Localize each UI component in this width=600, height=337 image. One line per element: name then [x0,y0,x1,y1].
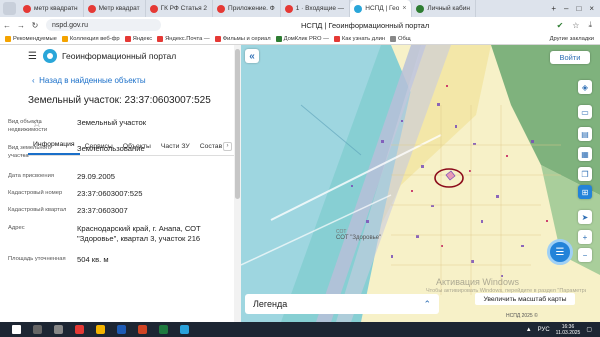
panel-scrollbar[interactable] [234,45,241,322]
tab-favicon-icon [284,4,293,13]
map-view[interactable]: « Войти ◈ ▭ ▤ ▦ ❐ ⊞ ➤ + − ☰ СОТ СОТ "Здо… [241,45,600,322]
bookmark-item[interactable]: Как узнать длин [333,35,385,42]
yandex-browser-icon[interactable] [75,325,84,334]
tabs-menu-icon[interactable] [3,2,16,15]
back-arrow-icon[interactable]: ← [0,21,14,30]
collapse-panel-button[interactable]: « [245,49,259,63]
search-icon[interactable] [33,325,42,334]
portal-logo-icon [42,49,57,63]
browser-tab-strip: метр квадратн Метр квадрат ГК РФ Статья … [0,0,600,17]
bookmarks-bar: Рекомендуемые Коллекция веб-фр Яндекс Ян… [0,33,600,45]
close-window-icon[interactable]: × [589,4,594,13]
back-to-results-link[interactable]: ‹ Назад в найденные объекты [32,76,234,85]
bookmark-item[interactable]: Яндекс.Почта — [157,35,210,42]
download-icon[interactable]: ⤓ [588,20,592,30]
powerpoint-icon[interactable] [138,325,147,334]
browser-tab[interactable]: ГК РФ Статья 2 [146,0,214,17]
mail-icon [157,35,164,42]
close-tab-icon[interactable]: × [402,5,406,12]
scrollbar-thumb[interactable] [235,49,240,199]
excel-icon[interactable] [159,325,168,334]
domclick-icon [275,35,282,42]
forward-arrow-icon[interactable]: → [14,21,28,30]
zoom-in-icon[interactable]: + [578,230,592,244]
yandex-icon [124,35,131,42]
task-view-icon[interactable] [54,325,63,334]
notifications-icon[interactable]: ▢ [586,326,592,333]
browser-tab[interactable]: Метр квадрат [84,0,146,17]
tab-favicon-icon [217,4,226,13]
bookmark-map-icon[interactable]: ❐ [578,167,592,181]
other-bookmarks[interactable]: Другие закладки [550,36,600,42]
hamburger-menu-icon[interactable]: ☰ [28,51,37,62]
help-icon [333,35,340,42]
bookmark-item[interactable]: ДомКлик PRO — [275,35,329,42]
windows-taskbar: ▲ РУС 16:36 11.03.2025 ▢ [0,322,600,337]
measure-icon[interactable]: ▦ [578,147,592,161]
system-tray: ▲ РУС 16:36 11.03.2025 ▢ [526,324,600,336]
window-controls: + – □ × [551,0,600,17]
locate-icon[interactable]: ➤ [578,210,592,224]
print-icon[interactable]: ▤ [578,127,592,141]
zoom-map-button[interactable]: Увеличить масштаб карты [475,293,575,305]
object-title: Земельный участок: 23:37:0603007:525 [28,95,211,106]
bookmark-item[interactable]: Коллекция веб-фр [61,35,120,42]
bookmark-item[interactable]: Рекомендуемые [5,35,57,42]
tab-favicon-icon [354,4,363,13]
page-title: НСПД | Геоинформационный портал [301,20,430,30]
login-button[interactable]: Войти [550,51,590,64]
tab-favicon-icon [416,4,425,13]
maximize-icon[interactable]: □ [576,4,581,13]
bookmark-item[interactable]: Фильмы и сериал [214,35,271,42]
tab-favicon-icon [149,4,158,13]
telegram-taskbar-icon[interactable] [180,325,189,334]
protect-shield-icon[interactable]: ✔ [557,21,564,30]
clock[interactable]: 16:36 11.03.2025 [556,324,581,336]
map-canvas[interactable] [241,45,600,322]
map-copyright: НСПД 2025 © [506,313,538,319]
file-explorer-icon[interactable] [96,325,105,334]
network-icon[interactable]: ▲ [526,327,532,333]
bookmark-icon[interactable]: ☆ [572,21,579,30]
legend-panel[interactable]: Легенда ⌃ [245,294,439,314]
windows-start-icon[interactable] [12,325,21,334]
film-icon [214,35,221,42]
reload-icon[interactable]: ↻ [28,21,42,30]
layers-icon[interactable]: ◈ [578,80,592,94]
language-indicator[interactable]: РУС [538,327,550,333]
tabs-next-icon[interactable]: › [223,142,232,151]
zoom-out-icon[interactable]: − [578,248,592,262]
portal-header: ☰ Геоинформационный портал [20,45,234,67]
new-tab-icon[interactable]: + [551,4,556,13]
address-bar: ← → ↻ nspd.gov.ru НСПД | Геоинформационн… [0,17,600,33]
ruler-icon[interactable]: ⊞ [578,185,592,199]
url-field[interactable]: nspd.gov.ru [46,19,161,31]
browser-tab[interactable]: Приложение. Ф [213,0,281,17]
bookmark-item[interactable]: Яндекс [124,35,152,42]
map-place-label: СОТ "Здоровье" [336,235,382,241]
legend-label: Легенда [253,299,288,309]
tab-favicon-icon [23,4,31,13]
basemap-icon[interactable]: ▭ [578,105,592,119]
minimize-icon[interactable]: – [564,4,568,13]
chevron-up-icon[interactable]: ⌃ [423,299,431,310]
browser-tab[interactable]: 1 · Входящие — [281,0,351,17]
address-bar-actions: ✔ ☆ ⤓ [557,20,600,30]
browser-tab[interactable]: Личный кабин [412,0,476,17]
folder-icon [61,35,68,42]
info-panel-content: ☰ Геоинформационный портал ‹ Назад в най… [20,45,234,322]
globe-icon [390,35,397,42]
word-icon[interactable] [117,325,126,334]
folder-icon [5,35,11,42]
tab-favicon-icon [87,4,96,13]
browser-tab-active[interactable]: НСПД | Гео × [350,0,413,17]
windows-activation-watermark: Активация Windows [436,277,519,287]
bookmark-item[interactable]: Общ [390,35,411,42]
chat-assistant-button[interactable]: ☰ [547,239,573,265]
browser-tab[interactable]: метр квадратн [19,0,84,17]
portal-name: Геоинформационный портал [61,51,177,61]
